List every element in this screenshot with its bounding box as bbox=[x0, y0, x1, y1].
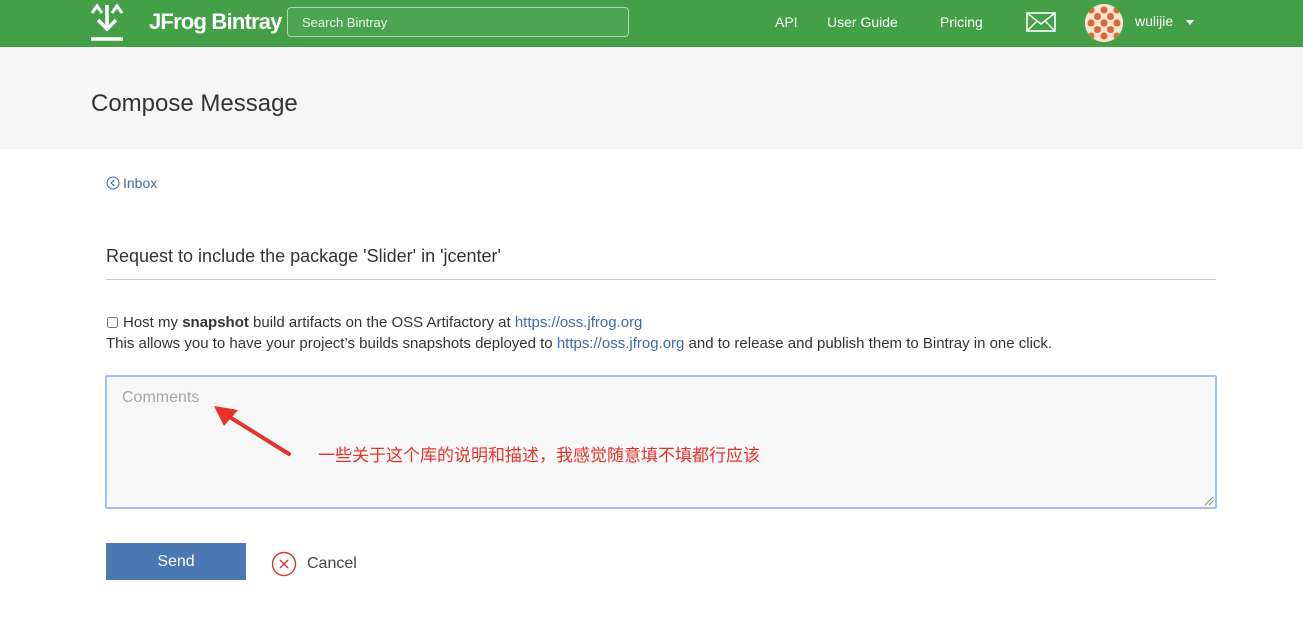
snapshot-desc-after: and to release and publish them to Bintr… bbox=[684, 335, 1053, 352]
send-button[interactable]: Send bbox=[106, 543, 246, 580]
snapshot-option: Host my snapshot build artifacts on the … bbox=[106, 314, 642, 331]
inbox-link-label: Inbox bbox=[123, 175, 158, 191]
circle-chevron-left-icon bbox=[106, 176, 120, 190]
page-header: Compose Message bbox=[0, 47, 1303, 149]
divider bbox=[106, 279, 1216, 280]
message-subject: Request to include the package 'Slider' … bbox=[106, 246, 501, 266]
nav-link-user-guide[interactable]: User Guide bbox=[827, 14, 898, 30]
username[interactable]: wulijie bbox=[1135, 13, 1173, 29]
cancel-button[interactable]: Cancel bbox=[271, 551, 357, 577]
nav-link-pricing[interactable]: Pricing bbox=[940, 14, 983, 30]
nav-link-api[interactable]: API bbox=[775, 14, 798, 30]
snapshot-text-after: build artifacts on the OSS Artifactory a… bbox=[248, 314, 515, 331]
snapshot-checkbox[interactable] bbox=[107, 317, 118, 328]
cancel-label: Cancel bbox=[307, 555, 357, 572]
oss-link-2[interactable]: https://oss.jfrog.org bbox=[557, 335, 685, 352]
brand-name[interactable]: JFrog Bintray bbox=[149, 9, 282, 35]
avatar[interactable] bbox=[1085, 4, 1123, 42]
snapshot-description: This allows you to have your project’s b… bbox=[106, 335, 1052, 352]
cancel-circle-x-icon bbox=[271, 551, 297, 577]
top-nav-bar: JFrog Bintray API User Guide Pricing wul… bbox=[0, 0, 1303, 47]
search-input[interactable] bbox=[287, 7, 629, 37]
mail-icon[interactable] bbox=[1026, 12, 1056, 32]
inbox-back-link[interactable]: Inbox bbox=[106, 175, 157, 191]
resize-grip-icon[interactable] bbox=[1204, 496, 1214, 506]
snapshot-bold: snapshot bbox=[182, 314, 249, 331]
page-title: Compose Message bbox=[91, 90, 298, 117]
oss-link[interactable]: https://oss.jfrog.org bbox=[515, 314, 643, 331]
snapshot-desc-before: This allows you to have your project’s b… bbox=[106, 335, 557, 352]
annotation-note: 一些关于这个库的说明和描述，我感觉随意填不填都行应该 bbox=[318, 446, 760, 466]
snapshot-text-before: Host my bbox=[123, 314, 183, 331]
annotation-arrow-icon bbox=[214, 406, 291, 456]
download-logo-icon[interactable] bbox=[89, 3, 125, 43]
caret-down-icon[interactable] bbox=[1186, 20, 1194, 25]
